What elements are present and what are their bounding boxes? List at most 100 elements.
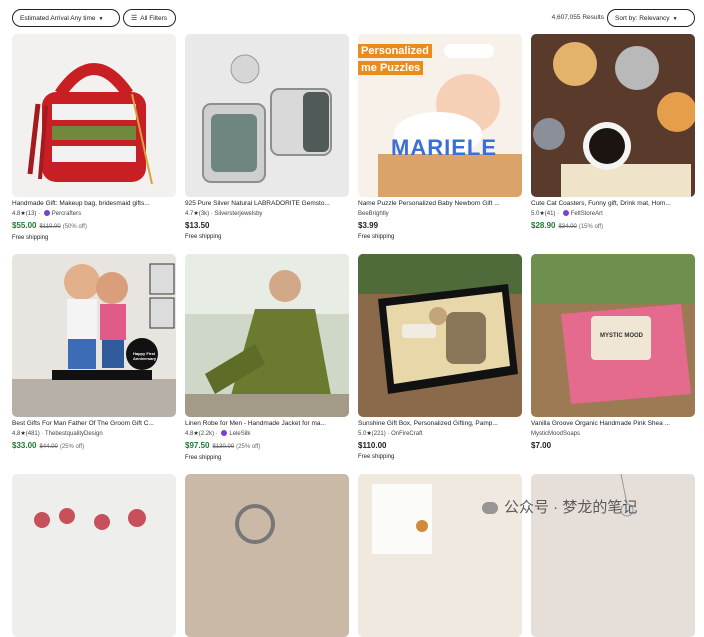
discount: (50% off): [62, 224, 87, 230]
listing-image-linen-robe[interactable]: [185, 254, 349, 417]
thumb-banner-line2: me Puzzles: [358, 61, 424, 75]
star-seller-icon: [221, 430, 228, 437]
shop-name[interactable]: Percrafters: [52, 211, 81, 217]
listing-price: $110.00: [358, 441, 522, 451]
shop-name[interactable]: FeltStoreArt: [571, 211, 603, 217]
original-price: $44.00: [39, 444, 58, 450]
discount: (25% off): [236, 444, 261, 450]
sale-price: $33.00: [12, 441, 37, 450]
listing-card[interactable]: Sunshine Gift Box, Personalized Gifting,…: [358, 254, 522, 461]
shop-name[interactable]: LeleSilk: [229, 431, 250, 437]
shipping-info: Free shipping: [185, 234, 222, 240]
shop-name[interactable]: Silversterjewelsby: [214, 211, 262, 217]
listing-title[interactable]: Handmade Gift: Makeup bag, bridesmaid gi…: [12, 200, 176, 208]
results-count: 4,607,055 Results: [551, 14, 604, 21]
review-count: (13): [25, 211, 37, 217]
review-count: (3k): [198, 211, 210, 217]
listing-image-caricature[interactable]: Happy First Anniversary: [12, 254, 176, 417]
shipping-info: Free shipping: [358, 234, 395, 240]
price: $3.99: [358, 221, 379, 230]
listing-title[interactable]: Vanilla Groove Organic Handmade Pink She…: [531, 420, 695, 428]
price: $13.50: [185, 221, 210, 230]
shipping-info: Free shipping: [358, 454, 395, 460]
listing-card[interactable]: Handmade Gift: Makeup bag, bridesmaid gi…: [12, 34, 176, 242]
listing-rating: 4.8★(2.2k) · LeleSilk: [185, 430, 251, 437]
wechat-icon: [482, 502, 498, 515]
price: $7.00: [531, 441, 552, 450]
sale-price: $97.50: [185, 441, 210, 450]
review-count: (2.2k): [198, 431, 215, 437]
listing-image-earrings[interactable]: [185, 34, 349, 197]
star-seller-icon: [43, 210, 50, 217]
review-count: (221): [371, 431, 386, 437]
chevron-down-icon: ▼: [672, 16, 678, 22]
listing-image-soap[interactable]: MYSTIC MOOD: [531, 254, 695, 417]
all-filters-label: All Filters: [140, 15, 168, 22]
listing-rating: 4.8★(13) · Percrafters: [12, 210, 82, 217]
listing-image-pendant[interactable]: [185, 474, 349, 637]
listing-price: $33.00 $44.00 (25% off): [12, 441, 176, 452]
sort-dropdown[interactable]: Sort by: Relevancy ▼: [607, 9, 695, 27]
chevron-down-icon: ▼: [98, 16, 104, 22]
all-filters-button[interactable]: ☰ All Filters: [123, 9, 176, 27]
listing-title[interactable]: Best Gifts For Man Father Of The Groom G…: [12, 420, 176, 428]
listing-price: $55.00 $110.00 (50% off): [12, 221, 176, 232]
listing-rating: 5.0★(221) · OnFireCraft: [358, 431, 423, 437]
sale-price: $55.00: [12, 221, 37, 230]
shipping-info: Free shipping: [185, 455, 222, 461]
listing-image-gift-box[interactable]: [358, 254, 522, 417]
listing-price: $28.90 $34.00 (15% off): [531, 221, 695, 232]
listing-rating: 5.0★(41) · FeltStoreArt: [531, 210, 603, 217]
shop-name[interactable]: ThebestqualityDesign: [45, 431, 103, 437]
listing-card[interactable]: Linen Robe for Men - Handmade Jacket for…: [185, 254, 349, 462]
discount: (25% off): [59, 444, 85, 450]
listing-price: $3.99: [358, 221, 522, 231]
listing-card[interactable]: MYSTIC MOOD Vanilla Groove Organic Handm…: [531, 254, 695, 451]
watermark: 公众号 · 梦龙的笔记: [482, 496, 637, 517]
listing-image-name-puzzle[interactable]: Personalized me Puzzles MARIELE: [358, 34, 522, 197]
original-price: $34.00: [558, 224, 577, 230]
listing-rating: 4.8★(481) · ThebestqualityDesign: [12, 431, 103, 437]
listing-shop: MysticMoodSoaps: [531, 430, 695, 438]
listing-card[interactable]: Personalized me Puzzles MARIELE Name Puz…: [358, 34, 522, 241]
shop-name[interactable]: OnFireCraft: [391, 431, 422, 437]
listing-card[interactable]: [12, 474, 176, 637]
thumb-puzzle-letters: MARIELE: [391, 135, 497, 160]
listing-price: $97.50 $130.00 (25% off): [185, 441, 349, 452]
listing-shop: BeeBrightly: [358, 210, 522, 218]
sort-label: Sort by: Relevancy: [615, 15, 670, 22]
listing-image-handbag[interactable]: [12, 34, 176, 197]
sale-price: $28.90: [531, 221, 556, 230]
listing-price: $7.00: [531, 441, 695, 451]
listing-card[interactable]: Happy First Anniversary Best Gifts For M…: [12, 254, 176, 452]
estimated-arrival-dropdown[interactable]: Estimated Arrival Any time ▼: [12, 9, 120, 27]
original-price: $110.00: [39, 224, 61, 230]
estimated-arrival-label: Estimated Arrival Any time: [20, 15, 96, 22]
star-seller-icon: [562, 210, 569, 217]
filter-toolbar: Estimated Arrival Any time ▼ ☰ All Filters…: [0, 0, 704, 34]
listing-title[interactable]: Name Puzzle Personalized Baby Newborn Gi…: [358, 200, 522, 208]
thumb-banner-line1: Personalized: [358, 44, 432, 58]
listing-card[interactable]: Cute Cat Coasters, Funny gift, Drink mat…: [531, 34, 695, 232]
listing-image-cat-coasters[interactable]: [531, 34, 695, 197]
thumb-cake-text: Happy First Anniversary: [133, 351, 157, 361]
listing-image-bracelet[interactable]: [12, 474, 176, 637]
review-count: (481): [25, 431, 40, 437]
listing-title[interactable]: Sunshine Gift Box, Personalized Gifting,…: [358, 420, 522, 428]
shop-name[interactable]: BeeBrightly: [358, 211, 389, 217]
shipping-info: Free shipping: [12, 235, 49, 241]
watermark-text: 公众号 · 梦龙的笔记: [504, 499, 638, 516]
thumb-soap-stamp: MYSTIC MOOD: [600, 333, 643, 339]
discount: (15% off): [578, 224, 604, 230]
listing-title[interactable]: Cute Cat Coasters, Funny gift, Drink mat…: [531, 200, 695, 208]
listing-card[interactable]: [185, 474, 349, 637]
sliders-icon: ☰: [131, 15, 138, 22]
listing-title[interactable]: Linen Robe for Men - Handmade Jacket for…: [185, 420, 349, 428]
original-price: $130.00: [212, 444, 235, 450]
shop-name[interactable]: MysticMoodSoaps: [531, 431, 580, 437]
review-count: (41): [544, 211, 556, 217]
listing-card[interactable]: 925 Pure Silver Natural LABRADORITE Gems…: [185, 34, 349, 241]
listing-rating: 4.7★(3k) · Silversterjewelsby: [185, 211, 263, 217]
listing-title[interactable]: 925 Pure Silver Natural LABRADORITE Gems…: [185, 200, 349, 208]
price: $110.00: [358, 441, 387, 450]
